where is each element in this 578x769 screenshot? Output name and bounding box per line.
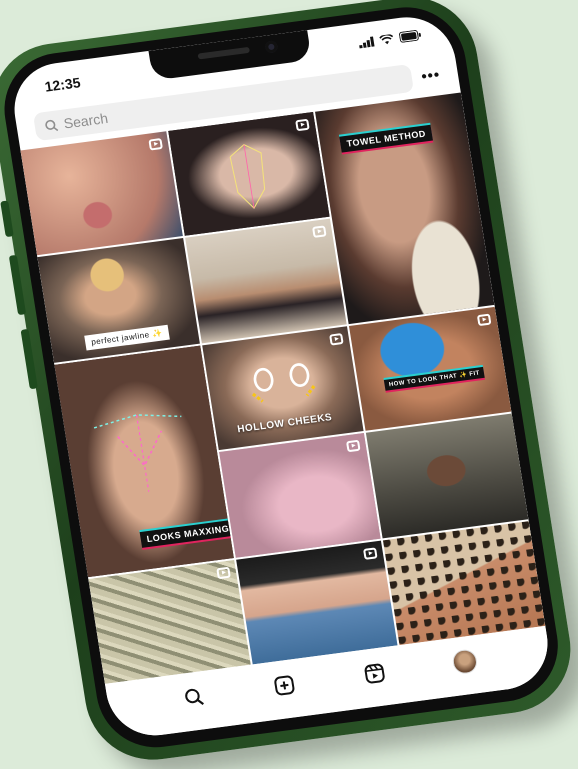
face-mapping-overlay bbox=[229, 143, 266, 209]
reel-icon bbox=[346, 439, 361, 453]
reel-icon bbox=[312, 225, 328, 239]
search-placeholder: Search bbox=[62, 109, 110, 132]
search-tab[interactable] bbox=[179, 683, 209, 712]
post-tile-injection[interactable] bbox=[218, 433, 381, 558]
post-tile-blue-top[interactable]: HOW TO LOOK THAT ✨ FIT bbox=[349, 306, 512, 431]
explore-grid: TOWEL METHOD perfect jawline ✨ LOOKS MAX… bbox=[20, 92, 546, 684]
battery-icon bbox=[399, 29, 423, 43]
reel-icon bbox=[329, 332, 344, 346]
search-icon bbox=[45, 119, 59, 131]
front-camera bbox=[264, 40, 279, 54]
post-tile-gym-mirror[interactable] bbox=[366, 413, 529, 538]
add-post-icon bbox=[273, 675, 294, 696]
search-icon bbox=[184, 688, 204, 706]
status-icons bbox=[358, 29, 422, 48]
post-tile-face-lips[interactable] bbox=[20, 131, 183, 256]
phone-mockup: 12:35 Search ••• TOWEL METHOD perfect ja… bbox=[0, 0, 578, 768]
reel-icon bbox=[295, 118, 311, 132]
tile-caption: HOW TO LOOK THAT ✨ FIT bbox=[384, 366, 485, 391]
post-tile-hollow-cheeks[interactable]: HOLLOW CHEEKS bbox=[201, 326, 364, 451]
tile-caption: perfect jawline ✨ bbox=[84, 324, 170, 351]
status-time: 12:35 bbox=[43, 74, 82, 95]
reels-icon bbox=[364, 663, 385, 684]
reel-icon bbox=[476, 313, 492, 326]
wifi-icon bbox=[379, 33, 394, 45]
profile-tab[interactable] bbox=[449, 647, 479, 676]
profile-avatar bbox=[450, 648, 479, 676]
hollow-cheeks-markers bbox=[251, 363, 316, 403]
tile-caption: LOOKS MAXXING bbox=[139, 519, 234, 548]
more-options-icon[interactable]: ••• bbox=[417, 65, 445, 85]
reels-tab[interactable] bbox=[359, 659, 389, 688]
post-tile-beach-body[interactable] bbox=[184, 218, 347, 344]
cellular-signal-icon bbox=[358, 36, 375, 48]
face-mapping-overlay bbox=[93, 414, 182, 493]
post-tile-leopard-print[interactable] bbox=[383, 520, 546, 646]
post-tile-money-pile[interactable] bbox=[88, 559, 251, 684]
post-tile-jeans-waist[interactable] bbox=[235, 540, 398, 665]
tile-caption: TOWEL METHOD bbox=[339, 124, 433, 153]
reel-icon bbox=[215, 566, 231, 579]
speaker-grille bbox=[197, 46, 250, 60]
post-tile-perfect-jawline[interactable]: perfect jawline ✨ bbox=[37, 238, 200, 363]
create-tab[interactable] bbox=[269, 671, 299, 700]
post-tile-face-mapping-woman[interactable] bbox=[167, 111, 331, 237]
tile-caption: HOLLOW CHEEKS bbox=[236, 412, 334, 436]
reel-icon bbox=[148, 138, 163, 151]
reel-icon bbox=[363, 546, 378, 560]
